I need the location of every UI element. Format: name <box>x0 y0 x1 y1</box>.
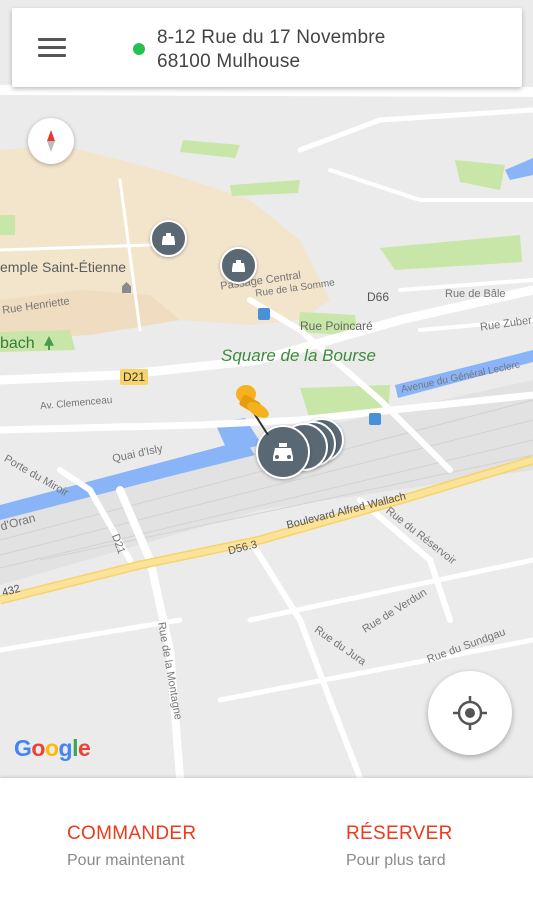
book-later-label: RÉSERVER <box>346 823 453 844</box>
book-later-button[interactable]: RÉSERVER Pour plus tard <box>346 823 453 870</box>
map-view[interactable]: emple Saint-Étienne Passage Central Rue … <box>0 0 533 778</box>
transit-icon <box>258 308 270 320</box>
hamburger-menu-icon[interactable] <box>38 38 66 58</box>
my-location-button[interactable] <box>428 671 512 755</box>
map-label-square: Square de la Bourse <box>221 346 376 365</box>
book-later-sublabel: Pour plus tard <box>346 852 446 869</box>
status-dot <box>133 43 145 55</box>
map-label-d66: D66 <box>367 290 390 304</box>
my-location-icon <box>453 696 487 730</box>
order-now-button[interactable]: COMMANDER Pour maintenant <box>67 823 196 870</box>
map-label-bach: bach <box>0 335 35 352</box>
map-label-temple: emple Saint-Étienne <box>0 259 127 275</box>
taxi-marker[interactable] <box>220 247 257 284</box>
order-now-sublabel: Pour maintenant <box>67 852 185 869</box>
compass-button[interactable] <box>28 118 74 164</box>
transit-icon <box>369 413 381 425</box>
google-logo: Google <box>14 735 91 761</box>
map-label-d21: D21 <box>120 369 149 385</box>
map-label-bale: Rue de Bâle <box>445 288 506 300</box>
bottom-action-bar: COMMANDER Pour maintenant RÉSERVER Pour … <box>0 778 533 900</box>
address-line1: 8-12 Rue du 17 Novembre <box>157 27 386 48</box>
taxi-icon <box>162 233 175 245</box>
pushpin-icon[interactable] <box>228 380 278 440</box>
address-line2: 68100 Mulhouse <box>157 51 301 72</box>
address-bar[interactable]: 8-12 Rue du 17 Novembre 68100 Mulhouse <box>12 8 522 87</box>
map-label-poincare: Rue Poincaré <box>300 319 373 333</box>
taxi-marker[interactable] <box>150 220 187 257</box>
compass-icon <box>47 130 55 152</box>
taxi-icon <box>232 260 245 272</box>
order-now-label: COMMANDER <box>67 823 197 844</box>
